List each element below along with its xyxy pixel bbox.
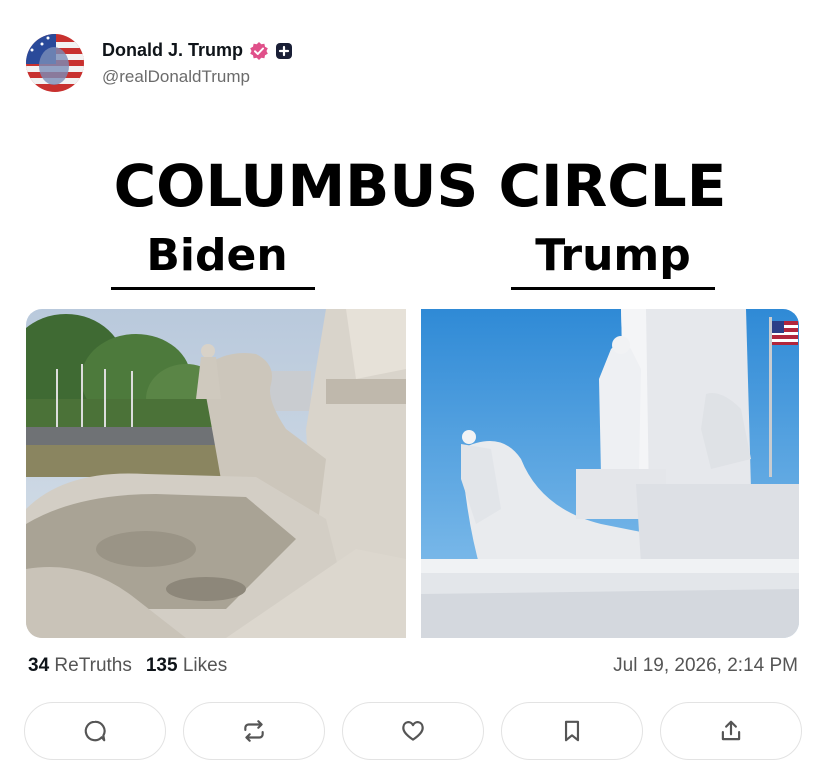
photo-left-fountain[interactable] xyxy=(26,309,406,638)
left-label-underline xyxy=(111,287,315,290)
avatar[interactable] xyxy=(26,34,84,92)
share-button[interactable] xyxy=(660,702,802,760)
retruths-stat[interactable]: 34 ReTruths xyxy=(28,655,132,676)
likes-stat[interactable]: 135 Likes xyxy=(146,655,227,676)
post-stats: 34 ReTruths 135 Likes xyxy=(28,655,227,677)
author-name[interactable]: Donald J. Trump xyxy=(102,40,243,61)
retruth-icon xyxy=(244,720,264,742)
like-button[interactable] xyxy=(342,702,484,760)
right-label: Trump xyxy=(535,230,691,281)
likes-label: Likes xyxy=(182,655,228,676)
plus-badge-icon xyxy=(276,42,293,59)
retruths-count: 34 xyxy=(28,655,50,676)
bookmark-button[interactable] xyxy=(501,702,643,760)
post-headline: COLUMBUS CIRCLE xyxy=(113,152,727,220)
author-handle[interactable]: @realDonaldTrump xyxy=(102,67,293,87)
left-label: Biden xyxy=(146,230,288,281)
verified-badge-icon xyxy=(250,41,268,60)
likes-count: 135 xyxy=(145,655,178,676)
reply-icon xyxy=(84,720,106,742)
right-label-underline xyxy=(511,287,715,290)
photo-right-fountain[interactable] xyxy=(421,309,799,638)
reply-button[interactable] xyxy=(24,702,166,760)
post-header: Donald J. Trump @realDonaldTrump xyxy=(26,34,293,94)
bookmark-icon xyxy=(564,720,580,742)
share-icon xyxy=(721,720,741,741)
post-timestamp[interactable]: Jul 19, 2026, 2:14 PM xyxy=(613,655,798,677)
retruths-label: ReTruths xyxy=(54,655,132,676)
heart-icon xyxy=(402,721,424,741)
post-actions xyxy=(24,702,802,760)
retruth-button[interactable] xyxy=(183,702,325,760)
